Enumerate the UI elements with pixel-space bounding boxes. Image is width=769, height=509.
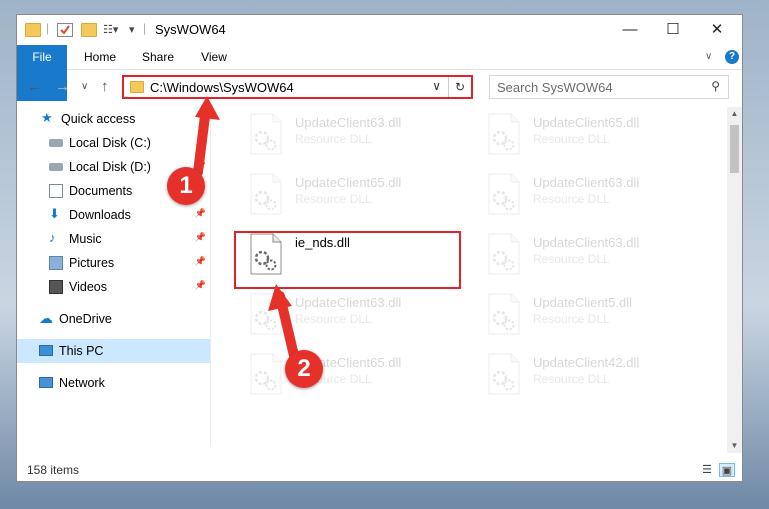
arrow-1-head <box>195 96 220 120</box>
annotation-arrows <box>193 96 300 365</box>
callout-1: 1 <box>167 167 205 205</box>
arrow-2-head <box>268 284 292 311</box>
callout-2: 2 <box>285 350 323 388</box>
